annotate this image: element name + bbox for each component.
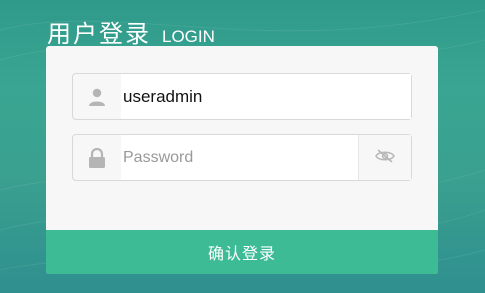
login-card: useradmin Password 确认登录 (46, 46, 438, 274)
page-subtitle: LOGIN (162, 27, 215, 46)
password-visibility-toggle[interactable] (358, 135, 411, 180)
lock-icon (73, 135, 121, 180)
login-button[interactable]: 确认登录 (46, 230, 438, 274)
password-input[interactable]: Password (121, 135, 358, 180)
login-header: 用户登录 LOGIN (47, 14, 215, 48)
password-field[interactable]: Password (72, 134, 412, 181)
eye-slash-icon (374, 148, 396, 168)
user-icon (73, 74, 121, 119)
username-input[interactable]: useradmin (121, 74, 411, 119)
page-title: 用户登录 (47, 20, 151, 48)
username-field[interactable]: useradmin (72, 73, 412, 120)
